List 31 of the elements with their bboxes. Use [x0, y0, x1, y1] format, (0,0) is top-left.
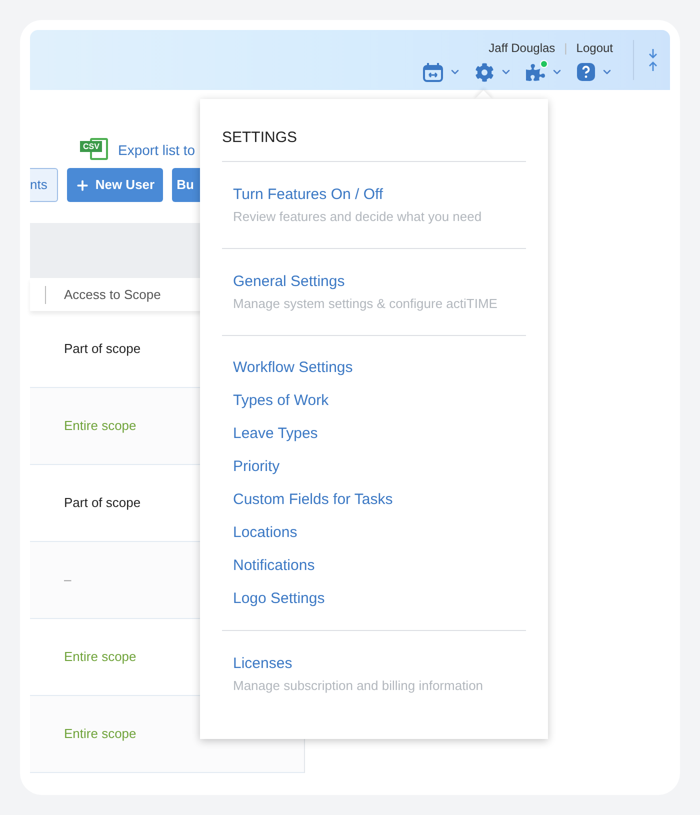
- new-user-button[interactable]: New User: [67, 168, 163, 202]
- logout-link[interactable]: Logout: [576, 38, 613, 56]
- menu-item[interactable]: Logo Settings: [233, 588, 526, 608]
- menu-item[interactable]: Licenses: [233, 654, 526, 672]
- calendar-icon[interactable]: [423, 62, 443, 82]
- user-name[interactable]: Jaff Douglas: [488, 38, 556, 56]
- menu-item[interactable]: Notifications: [233, 556, 526, 574]
- table-cell-text: Entire scope: [64, 725, 136, 744]
- menu-item[interactable]: Turn Features On / Off: [233, 184, 526, 204]
- table-cell-text: –: [64, 571, 72, 590]
- menu-item[interactable]: Priority: [233, 456, 526, 476]
- menu-item[interactable]: Types of Work: [233, 390, 526, 410]
- menu-item[interactable]: Custom Fields for Tasks: [233, 490, 526, 508]
- table-cell-text: Part of scope: [64, 494, 141, 512]
- table-cell-text: Entire scope: [64, 417, 136, 436]
- plus-icon: [75, 178, 90, 192]
- menu-item[interactable]: Leave Types: [233, 424, 526, 442]
- menu-item[interactable]: Locations: [233, 522, 526, 542]
- toolbar-button[interactable]: nts: [30, 168, 58, 202]
- table-cell-text: Entire scope: [64, 648, 136, 666]
- menu-item-description: Manage subscription and billing information: [233, 678, 484, 694]
- menu-item-description: Review features and decide what you need: [233, 208, 483, 224]
- menu-item[interactable]: Workflow Settings: [233, 358, 526, 376]
- collapse-arrows-icon[interactable]: [648, 49, 658, 71]
- table-cell-text: Part of scope: [64, 340, 141, 358]
- menu-title: SETTINGS: [222, 127, 526, 162]
- separator: |: [564, 40, 568, 56]
- puzzle-icon[interactable]: [526, 62, 545, 82]
- help-icon[interactable]: [577, 63, 595, 81]
- export-link[interactable]: Export list to: [118, 140, 196, 160]
- settings-icon[interactable]: [475, 62, 494, 82]
